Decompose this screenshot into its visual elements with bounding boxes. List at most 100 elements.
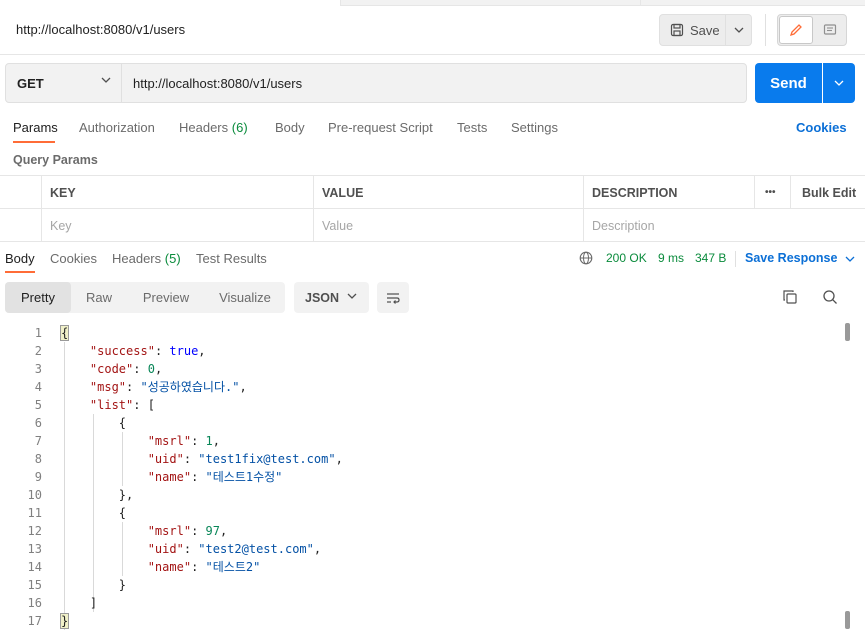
code-text: "success": true, — [89, 344, 206, 358]
tab-prerequest[interactable]: Pre-request Script — [328, 120, 433, 135]
response-body-editor[interactable]: 1{2 "success": true, 3 "code": 0, 4 "msg":… — [0, 324, 845, 642]
comments-button[interactable] — [814, 16, 846, 44]
line-number: 9 — [34, 470, 42, 484]
status-code[interactable]: 200 OK — [606, 251, 647, 265]
code-line: 12 "msrl": 97, — [0, 522, 845, 540]
tab-headers[interactable]: Headers (6) — [179, 120, 248, 135]
scrollbar-marker — [845, 611, 850, 629]
line-number: 1 — [34, 326, 42, 340]
code-line: 9 "name": "테스트1수정" — [0, 468, 845, 486]
code-line: 5 "list": [ — [0, 396, 845, 414]
code-line: 16 ] — [0, 594, 845, 612]
preview-button[interactable]: Preview — [127, 282, 205, 313]
line-number: 7 — [34, 434, 42, 448]
code-text: "uid": "test2@test.com", — [147, 542, 322, 556]
send-dropdown-button[interactable] — [823, 63, 855, 103]
chevron-down-icon — [845, 256, 855, 262]
code-text: "msg": "성공하였습니다.", — [89, 380, 247, 394]
tab-authorization[interactable]: Authorization — [79, 120, 155, 135]
tab-params[interactable]: Params — [13, 120, 58, 135]
pencil-icon — [789, 24, 802, 37]
tab-body[interactable]: Body — [275, 120, 305, 135]
code-text: { — [61, 416, 127, 430]
save-response-button[interactable]: Save Response — [745, 251, 855, 265]
chevron-down-icon — [734, 27, 743, 33]
line-number: 10 — [27, 488, 42, 502]
tab-response-headers[interactable]: Headers (5) — [112, 251, 181, 266]
edit-mode-button[interactable] — [779, 16, 813, 44]
active-response-tab-indicator — [5, 271, 35, 273]
code-text: }, — [61, 488, 134, 502]
key-input[interactable]: Key — [42, 209, 314, 242]
code-line: 6 { — [0, 414, 845, 432]
line-number: 11 — [27, 506, 42, 520]
code-line: 1{ — [0, 324, 845, 342]
visualize-button[interactable]: Visualize — [205, 282, 285, 313]
code-line: 10 }, — [0, 486, 845, 504]
tab-test-results[interactable]: Test Results — [196, 251, 267, 266]
view-mode-group: Pretty Raw Preview Visualize — [5, 282, 285, 313]
save-response-label: Save Response — [745, 251, 838, 265]
line-number: 17 — [27, 614, 42, 628]
code-text: } — [61, 578, 127, 592]
description-input[interactable]: Description — [584, 209, 865, 242]
tab-tests[interactable]: Tests — [457, 120, 487, 135]
divider — [765, 14, 766, 46]
table-row: Key Value Description — [0, 209, 865, 242]
value-input[interactable]: Value — [314, 209, 584, 242]
code-line: 11 { — [0, 504, 845, 522]
code-text: "code": 0, — [89, 362, 163, 376]
line-number: 4 — [34, 380, 42, 394]
line-number: 12 — [27, 524, 42, 538]
method-select[interactable]: GET — [6, 64, 122, 102]
pretty-button[interactable]: Pretty — [5, 282, 71, 313]
params-table: KEY VALUE DESCRIPTION ••• Bulk Edit Key … — [0, 175, 865, 242]
bulk-edit-button[interactable]: Bulk Edit — [791, 176, 865, 209]
key-column-header: KEY — [42, 176, 314, 209]
code-line: 4 "msg": "성공하였습니다.", — [0, 378, 845, 396]
raw-button[interactable]: Raw — [71, 282, 127, 313]
tab-response-body[interactable]: Body — [5, 251, 35, 266]
tab-response-headers-count: (5) — [164, 251, 181, 266]
response-time[interactable]: 9 ms — [658, 251, 684, 265]
code-text: ] — [61, 596, 98, 610]
send-label: Send — [770, 74, 807, 92]
response-size[interactable]: 347 B — [695, 251, 726, 265]
checkbox-column — [0, 176, 42, 209]
row-checkbox-cell — [0, 209, 42, 242]
chevron-down-icon — [834, 80, 844, 86]
scrollbar-thumb[interactable] — [845, 323, 850, 341]
request-title: http://localhost:8080/v1/users — [16, 22, 186, 37]
wrap-lines-button[interactable] — [377, 282, 409, 313]
response-tabs: Body Cookies Headers (5) Test Results 20… — [0, 245, 865, 273]
code-text: } — [59, 613, 70, 629]
line-number: 14 — [27, 560, 42, 574]
request-tabs: Params Authorization Headers (6) Body Pr… — [0, 112, 865, 144]
code-text: { — [61, 506, 127, 520]
copy-icon[interactable] — [782, 289, 798, 305]
save-button[interactable]: Save — [659, 14, 726, 46]
line-number: 15 — [27, 578, 42, 592]
code-line: 3 "code": 0, — [0, 360, 845, 378]
value-column-header: VALUE — [314, 176, 584, 209]
more-options-button[interactable]: ••• — [755, 176, 791, 209]
tab-response-cookies[interactable]: Cookies — [50, 251, 97, 266]
code-line: 15 } — [0, 576, 845, 594]
tab-response-headers-label: Headers — [112, 251, 162, 266]
tab-settings[interactable]: Settings — [511, 120, 558, 135]
url-bar: GET — [5, 63, 747, 103]
globe-icon[interactable] — [579, 251, 593, 265]
send-button[interactable]: Send — [755, 63, 822, 103]
format-select[interactable]: JSON — [294, 282, 369, 313]
code-line: 8 "uid": "test1fix@test.com", — [0, 450, 845, 468]
cookies-link[interactable]: Cookies — [796, 120, 847, 135]
save-dropdown-button[interactable] — [726, 14, 752, 46]
active-tab-indicator — [13, 141, 55, 143]
code-text: { — [59, 325, 70, 341]
description-column-header: DESCRIPTION — [584, 176, 755, 209]
code-text: "list": [ — [89, 398, 155, 412]
url-input[interactable] — [123, 64, 743, 102]
code-line: 2 "success": true, — [0, 342, 845, 360]
search-icon[interactable] — [822, 289, 838, 305]
comment-icon — [823, 24, 837, 35]
